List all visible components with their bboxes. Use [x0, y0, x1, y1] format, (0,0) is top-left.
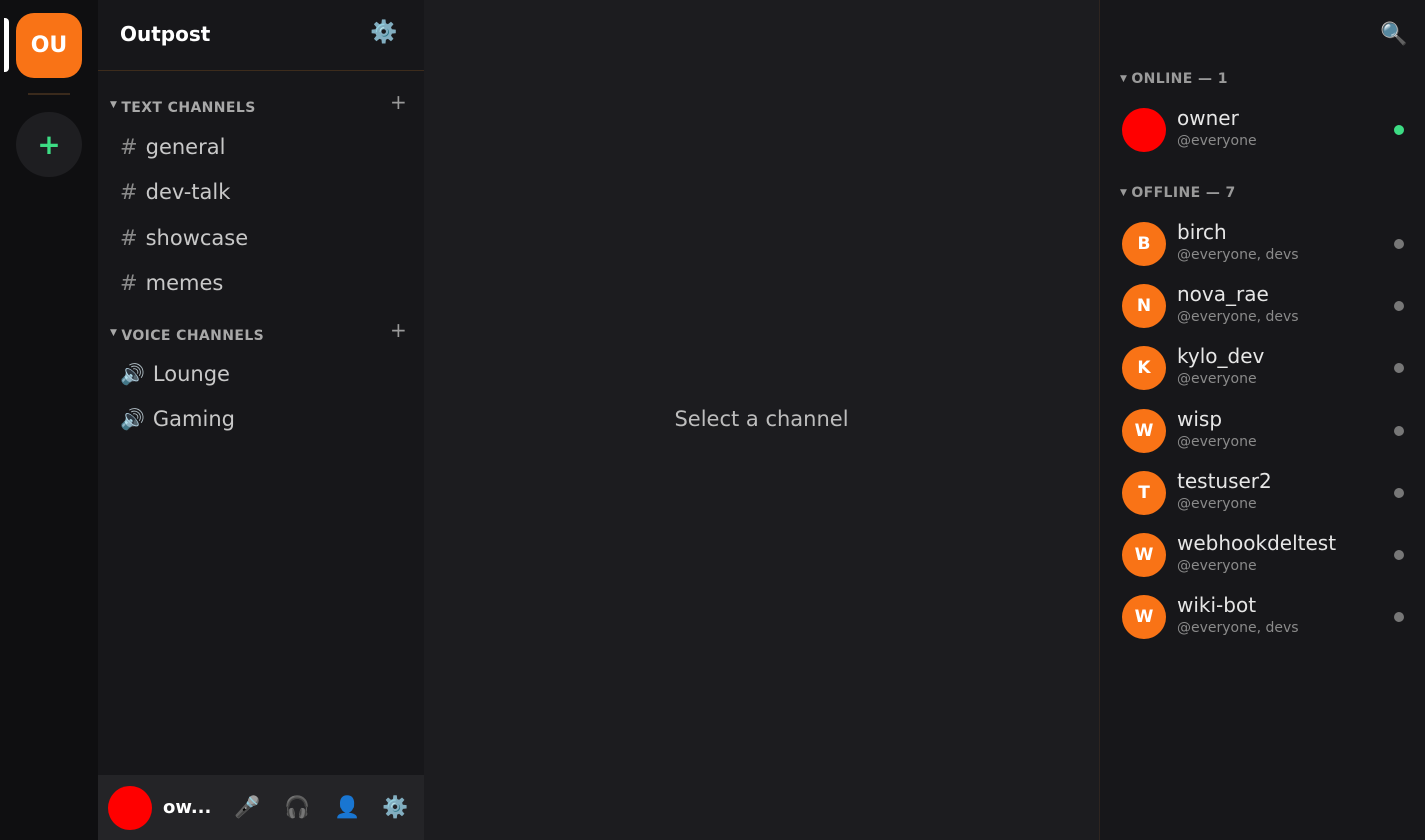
- voice-channels-category[interactable]: ▼ VOICE CHANNELS: [110, 328, 264, 344]
- status-offline-indicator: [1394, 239, 1404, 249]
- speaker-icon: 🔊: [120, 407, 145, 431]
- add-server-button[interactable]: +: [16, 112, 82, 177]
- status-offline-indicator: [1394, 301, 1404, 311]
- category-label: TEXT CHANNELS: [121, 100, 256, 116]
- server-name: Outpost: [120, 22, 211, 46]
- headphones-icon[interactable]: 🎧: [284, 795, 310, 820]
- voice-channel-gaming[interactable]: 🔊 Gaming: [120, 407, 235, 431]
- voice-channel-lounge[interactable]: 🔊 Lounge: [120, 362, 230, 386]
- member-wiki-bot[interactable]: W wiki-bot @everyone, devs: [1100, 587, 1425, 641]
- member-name: wiki-bot: [1177, 593, 1257, 617]
- status-offline-indicator: [1394, 550, 1404, 560]
- server-settings-gear-icon[interactable]: ⚙️: [370, 20, 397, 45]
- empty-state-message: Select a channel: [674, 407, 849, 431]
- hash-icon: #: [120, 271, 138, 295]
- member-roles: @everyone: [1177, 371, 1257, 387]
- member-roles: @everyone: [1177, 496, 1257, 512]
- member-testuser2[interactable]: T testuser2 @everyone: [1100, 463, 1425, 517]
- server-rail: OU +: [0, 0, 98, 840]
- member-list: 🔍 ▼ ONLINE — 1 owner @everyone ▼ OFFLINE —…: [1099, 0, 1425, 840]
- avatar: K: [1122, 346, 1166, 390]
- rail-divider: [28, 93, 70, 95]
- status-offline-indicator: [1394, 612, 1404, 622]
- avatar: [1122, 108, 1166, 152]
- member-kylo-dev[interactable]: K kylo_dev @everyone: [1100, 338, 1425, 392]
- member-roles: @everyone, devs: [1177, 247, 1299, 263]
- member-name: owner: [1177, 106, 1239, 130]
- member-roles: @everyone, devs: [1177, 309, 1299, 325]
- caret-down-icon: ▼: [1120, 74, 1128, 84]
- avatar: B: [1122, 222, 1166, 266]
- member-group-label: ONLINE — 1: [1131, 71, 1228, 87]
- category-label: VOICE CHANNELS: [121, 328, 265, 344]
- member-name: testuser2: [1177, 469, 1272, 493]
- active-server-indicator: [4, 18, 9, 72]
- caret-down-icon: ▼: [110, 328, 118, 338]
- member-webhookdeltest[interactable]: W webhookdeltest @everyone: [1100, 525, 1425, 579]
- avatar: W: [1122, 533, 1166, 577]
- channel-general[interactable]: # general: [120, 135, 225, 159]
- hash-icon: #: [120, 180, 138, 204]
- member-roles: @everyone: [1177, 133, 1257, 149]
- search-icon[interactable]: 🔍: [1380, 22, 1407, 47]
- user-settings-gear-icon[interactable]: ⚙️: [382, 795, 408, 820]
- channel-dev-talk[interactable]: # dev-talk: [120, 180, 230, 204]
- channel-label: Gaming: [152, 407, 235, 431]
- add-text-channel-button[interactable]: +: [390, 90, 407, 114]
- member-name: nova_rae: [1177, 282, 1269, 306]
- status-offline-indicator: [1394, 488, 1404, 498]
- channel-showcase[interactable]: # showcase: [120, 226, 248, 250]
- member-group-label: OFFLINE — 7: [1131, 185, 1236, 201]
- text-channels-category[interactable]: ▼ TEXT CHANNELS: [110, 100, 256, 116]
- channel-memes[interactable]: # memes: [120, 271, 223, 295]
- microphone-icon[interactable]: 🎤: [234, 795, 260, 820]
- online-members-header[interactable]: ▼ ONLINE — 1: [1120, 71, 1228, 87]
- channel-sidebar: Outpost ⚙️ ▼ TEXT CHANNELS + # general # de…: [98, 0, 424, 840]
- username: ow...: [163, 797, 212, 818]
- member-wisp[interactable]: W wisp @everyone: [1100, 401, 1425, 455]
- add-voice-channel-button[interactable]: +: [390, 318, 407, 342]
- speaker-icon: 🔊: [120, 362, 145, 386]
- member-roles: @everyone, devs: [1177, 620, 1299, 636]
- profile-icon[interactable]: 👤: [334, 795, 360, 820]
- member-owner[interactable]: owner @everyone: [1100, 100, 1425, 154]
- channel-label: Lounge: [152, 362, 230, 386]
- member-name: webhookdeltest: [1177, 531, 1337, 555]
- status-offline-indicator: [1394, 363, 1404, 373]
- channel-label: general: [145, 135, 226, 159]
- offline-members-header[interactable]: ▼ OFFLINE — 7: [1120, 185, 1236, 201]
- hash-icon: #: [120, 135, 138, 159]
- member-roles: @everyone: [1177, 558, 1257, 574]
- member-name: wisp: [1177, 407, 1223, 431]
- avatar: W: [1122, 595, 1166, 639]
- server-icon-outpost[interactable]: OU: [16, 13, 82, 78]
- member-name: birch: [1177, 220, 1227, 244]
- member-roles: @everyone: [1177, 434, 1257, 450]
- server-header[interactable]: Outpost ⚙️: [98, 0, 424, 71]
- avatar: N: [1122, 284, 1166, 328]
- avatar: W: [1122, 409, 1166, 453]
- channel-label: showcase: [145, 226, 249, 250]
- status-online-indicator: [1394, 125, 1404, 135]
- avatar[interactable]: [108, 786, 152, 830]
- caret-down-icon: ▼: [110, 100, 118, 110]
- member-name: kylo_dev: [1177, 344, 1265, 368]
- main-content: Select a channel: [424, 0, 1099, 840]
- caret-down-icon: ▼: [1120, 188, 1128, 198]
- member-birch[interactable]: B birch @everyone, devs: [1100, 214, 1425, 268]
- user-panel: ow... 🎤 🎧 👤 ⚙️: [98, 775, 424, 840]
- channel-label: memes: [145, 271, 224, 295]
- status-offline-indicator: [1394, 426, 1404, 436]
- avatar: T: [1122, 471, 1166, 515]
- member-nova-rae[interactable]: N nova_rae @everyone, devs: [1100, 276, 1425, 330]
- hash-icon: #: [120, 226, 138, 250]
- channel-label: dev-talk: [145, 180, 231, 204]
